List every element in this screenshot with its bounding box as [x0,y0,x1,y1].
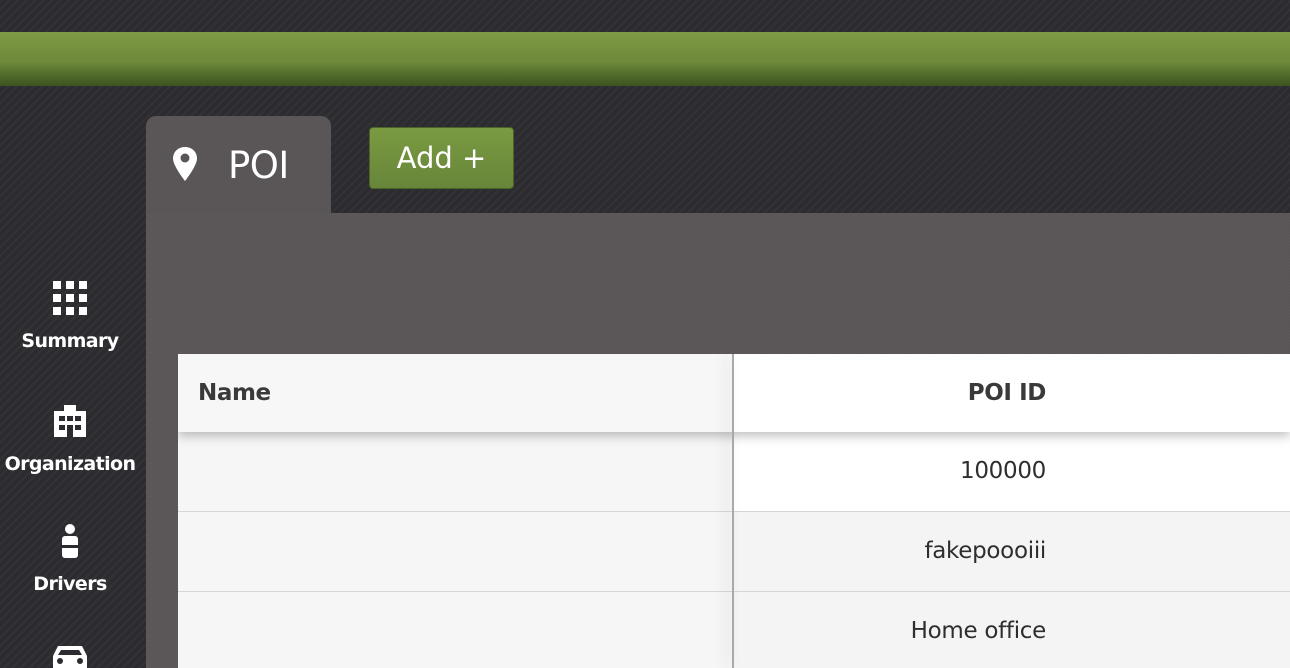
table-row[interactable]: Home office [178,591,1290,668]
name-cell [178,512,732,592]
sidebar-item-label: Drivers [33,573,107,595]
grid-icon [0,280,140,320]
poi-id-cell: fakepoooiii [924,538,1046,564]
sidebar-item-label: Summary [21,330,119,352]
name-cell [178,432,732,512]
table-row[interactable]: 100000 [178,432,1290,512]
poi-id-cell: Home office [910,618,1047,644]
building-icon [0,403,140,443]
sidebar-item-vehicles[interactable] [0,642,140,668]
driver-icon [0,523,140,563]
poi-id-cell: 100000 [960,458,1046,484]
sidebar-item-label: Organization [4,453,136,475]
map-pin-icon [172,146,198,186]
tab-poi[interactable]: POI [146,116,331,216]
car-icon [0,642,140,668]
column-header-poi-id[interactable]: POI ID [734,354,1046,432]
tab-title: POI [228,144,289,187]
name-cell [178,592,732,668]
column-divider[interactable] [732,354,734,668]
top-header-bar [0,32,1290,86]
sidebar-item-summary[interactable]: Summary [0,280,140,352]
table-header: Name POI ID [178,354,1290,432]
sidebar-item-organization[interactable]: Organization [0,403,140,475]
column-header-name[interactable]: Name [198,354,271,432]
poi-table: Name POI ID 100000 fakepoooiii Home offi… [178,354,1290,668]
add-poi-button[interactable]: Add + [369,127,514,189]
sidebar-item-drivers[interactable]: Drivers [0,523,140,595]
table-row[interactable]: fakepoooiii [178,511,1290,592]
